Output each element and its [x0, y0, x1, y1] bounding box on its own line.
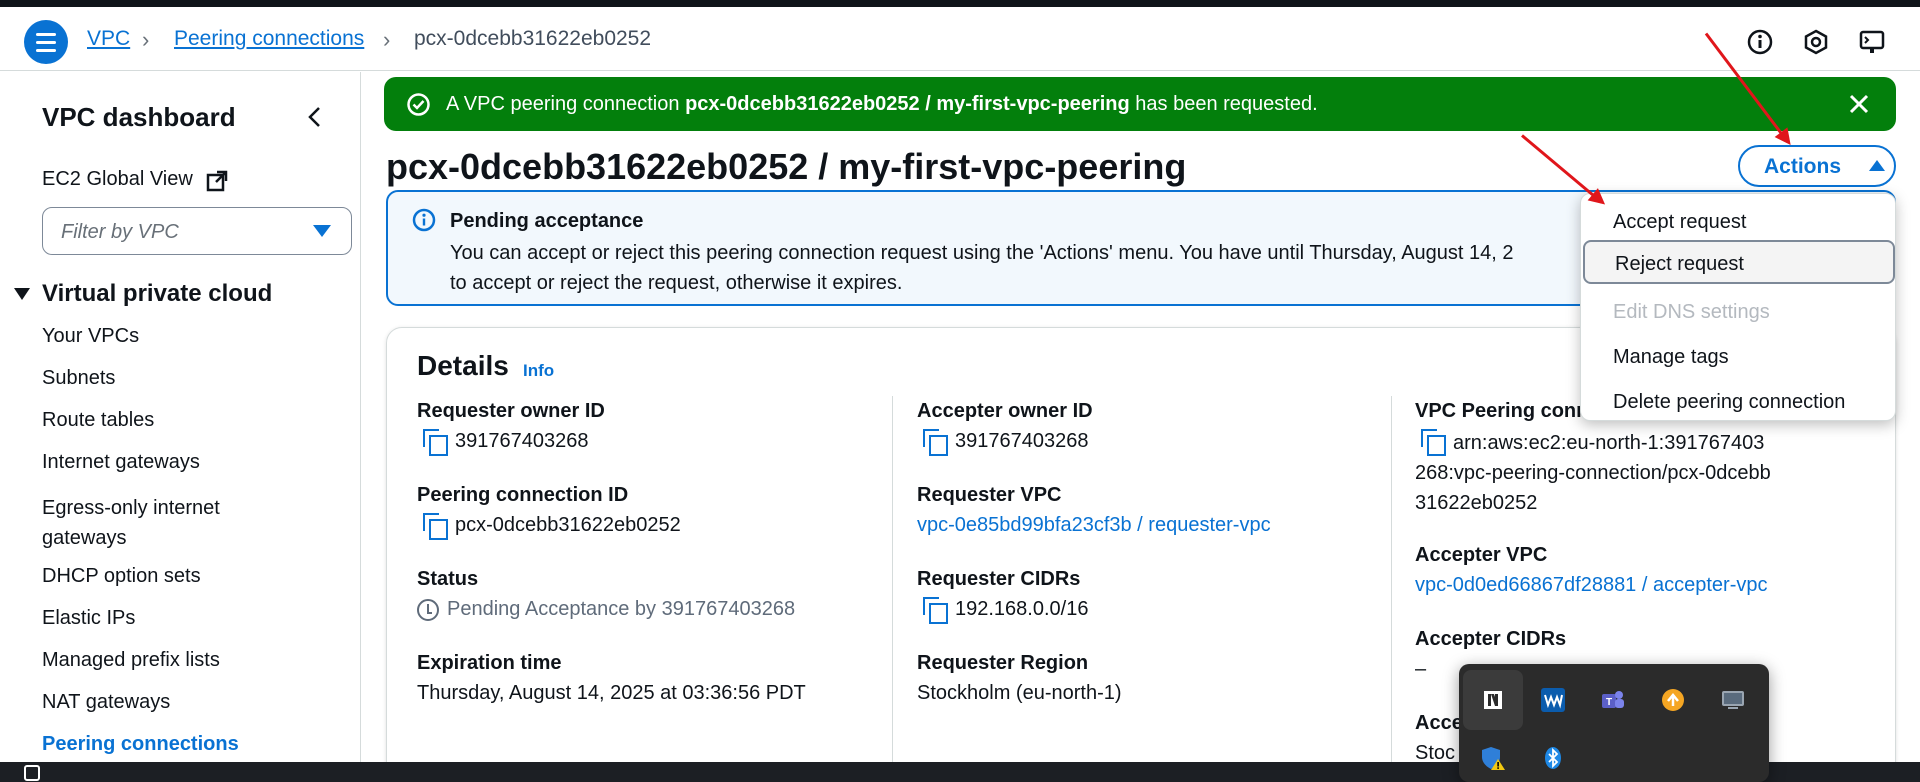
requester-vpc-label: Requester VPC — [917, 484, 1062, 506]
breadcrumb-current: pcx-0dcebb31622eb0252 — [414, 27, 652, 50]
notion-icon[interactable] — [1463, 670, 1523, 730]
breadcrumb-peering-connections[interactable]: Peering connections — [174, 27, 364, 51]
caret-down-icon — [313, 225, 331, 237]
copy-icon[interactable] — [423, 429, 448, 456]
expiration-value: Thursday, August 14, 2025 at 03:36:56 PD… — [417, 682, 806, 704]
peering-arn-label: VPC Peering conn — [1415, 400, 1589, 422]
flash-suffix: has been requested. — [1135, 93, 1318, 115]
sidebar-item-elastic-ips[interactable]: Elastic IPs — [42, 607, 135, 630]
page-title: pcx-0dcebb31622eb0252 / my-first-vpc-pee… — [386, 146, 1187, 187]
top-navigation: VPC › Peering connections › pcx-0dcebb31… — [0, 7, 1920, 71]
accepter-cidrs-label: Accepter CIDRs — [1415, 628, 1567, 650]
peering-id-label: Peering connection ID — [417, 484, 629, 506]
column-divider — [1391, 396, 1392, 782]
accepter-cidrs-value: – — [1415, 658, 1427, 680]
requester-region-value: Stockholm (eu-north-1) — [917, 682, 1122, 704]
sidebar-item-nat-gateways[interactable]: NAT gateways — [42, 691, 170, 714]
chevron-left-icon[interactable] — [303, 102, 327, 132]
copy-icon[interactable] — [923, 597, 948, 624]
details-title: Details — [417, 350, 509, 381]
settings-icon[interactable] — [1801, 27, 1831, 57]
accepter-vpc-label: Accepter VPC — [1415, 544, 1548, 566]
info-circle-icon — [412, 208, 436, 232]
caret-up-icon — [1869, 160, 1885, 171]
alert-heading: Pending acceptance — [450, 210, 644, 232]
console-icon[interactable] — [1857, 27, 1887, 57]
flash-connection-name: pcx-0dcebb31622eb0252 / my-first-vpc-pee… — [685, 93, 1130, 115]
requester-region-label: Requester Region — [917, 652, 1089, 674]
close-icon[interactable] — [1846, 91, 1872, 117]
accepter-owner-value: 391767403268 — [955, 430, 1089, 452]
alert-body: You can accept or reject this peering co… — [450, 238, 1514, 298]
top-strip — [0, 0, 1920, 7]
sidebar-item-egress-only-internet-gateways[interactable]: Egress-only internet gateways — [42, 493, 267, 553]
defender-warning-icon[interactable] — [1463, 728, 1523, 782]
teams-icon[interactable]: T — [1583, 670, 1643, 730]
flash-message: A VPC peering connection pcx-0dcebb31622… — [446, 93, 1318, 116]
filter-placeholder: Filter by VPC — [61, 221, 179, 243]
external-link-icon — [206, 170, 228, 192]
sidebar-item-route-tables[interactable]: Route tables — [42, 409, 154, 432]
breadcrumb-separator: › — [142, 27, 150, 52]
sidebar-title: VPC dashboard — [42, 102, 236, 132]
display-icon[interactable] — [1703, 670, 1763, 730]
copy-icon[interactable] — [923, 429, 948, 456]
requester-cidrs-label: Requester CIDRs — [917, 568, 1081, 590]
sidebar-item-peering-connections[interactable]: Peering connections — [42, 733, 239, 756]
bluetooth-icon[interactable] — [1523, 728, 1583, 782]
taskbar-app-icon[interactable] — [24, 765, 40, 781]
actions-label: Actions — [1764, 155, 1842, 178]
status-value: Pending Acceptance by 391767403268 — [447, 598, 796, 620]
success-check-icon — [407, 93, 430, 116]
filter-by-vpc-select[interactable]: Filter by VPC — [42, 207, 352, 255]
sidebar-item-internet-gateways[interactable]: Internet gateways — [42, 451, 200, 474]
info-icon[interactable] — [1745, 27, 1775, 57]
peering-id-value: pcx-0dcebb31622eb0252 — [455, 514, 681, 536]
sidebar-item-subnets[interactable]: Subnets — [42, 367, 115, 390]
clock-icon — [417, 599, 439, 621]
accepter-region-label: Acce — [1415, 712, 1463, 734]
alert-body-line2: to accept or reject the request, otherwi… — [450, 272, 903, 294]
actions-dropdown-menu: Accept request Reject request Edit DNS s… — [1580, 193, 1896, 421]
sidebar-item-dhcp-option-sets[interactable]: DHCP option sets — [42, 565, 201, 588]
menu-item-manage-tags[interactable]: Manage tags — [1581, 335, 1897, 379]
sidebar-item-ec2-global-view[interactable]: EC2 Global View — [42, 168, 193, 191]
accepter-vpc-link[interactable]: vpc-0d0ed66867df28881 / accepter-vpc — [1415, 574, 1767, 597]
menu-item-accept-request[interactable]: Accept request — [1581, 200, 1897, 244]
success-flashbar: A VPC peering connection pcx-0dcebb31622… — [384, 77, 1896, 131]
requester-cidrs-value: 192.168.0.0/16 — [955, 598, 1089, 620]
menu-button[interactable] — [24, 20, 68, 64]
waves-icon[interactable] — [1523, 670, 1583, 730]
actions-button[interactable]: Actions — [1738, 145, 1896, 187]
menu-item-delete-peering-connection[interactable]: Delete peering connection — [1581, 380, 1897, 424]
info-link[interactable]: Info — [523, 361, 554, 381]
column-divider — [892, 396, 893, 782]
requester-owner-value: 391767403268 — [455, 430, 589, 452]
requester-vpc-link[interactable]: vpc-0e85bd99bfa23cf3b / requester-vpc — [917, 514, 1271, 537]
requester-owner-label: Requester owner ID — [417, 400, 605, 422]
sidebar-item-managed-prefix-lists[interactable]: Managed prefix lists — [42, 649, 220, 672]
flash-prefix: A VPC peering connection — [446, 93, 680, 115]
expiration-label: Expiration time — [417, 652, 562, 674]
accepter-owner-label: Accepter owner ID — [917, 400, 1093, 422]
menu-item-reject-request[interactable]: Reject request — [1583, 240, 1895, 284]
sidebar: VPC dashboard EC2 Global View Filter by … — [0, 72, 361, 782]
breadcrumb-vpc[interactable]: VPC — [87, 27, 130, 51]
section-label: Virtual private cloud — [42, 280, 273, 307]
alert-body-line1: You can accept or reject this peering co… — [450, 242, 1514, 264]
peering-arn-value: arn:aws:ec2:eu-north-1:391767403268:vpc-… — [1415, 432, 1771, 514]
caret-down-icon — [14, 288, 30, 300]
section-virtual-private-cloud[interactable]: Virtual private cloud — [14, 280, 272, 308]
svg-text:T: T — [1606, 697, 1612, 708]
copy-icon[interactable] — [423, 513, 448, 540]
status-label: Status — [417, 568, 479, 590]
system-tray-overflow: T — [1459, 664, 1769, 782]
breadcrumb-separator: › — [383, 27, 391, 52]
upload-icon[interactable] — [1643, 670, 1703, 730]
menu-item-edit-dns-settings: Edit DNS settings — [1613, 301, 1770, 323]
sidebar-item-your-vpcs[interactable]: Your VPCs — [42, 325, 139, 348]
